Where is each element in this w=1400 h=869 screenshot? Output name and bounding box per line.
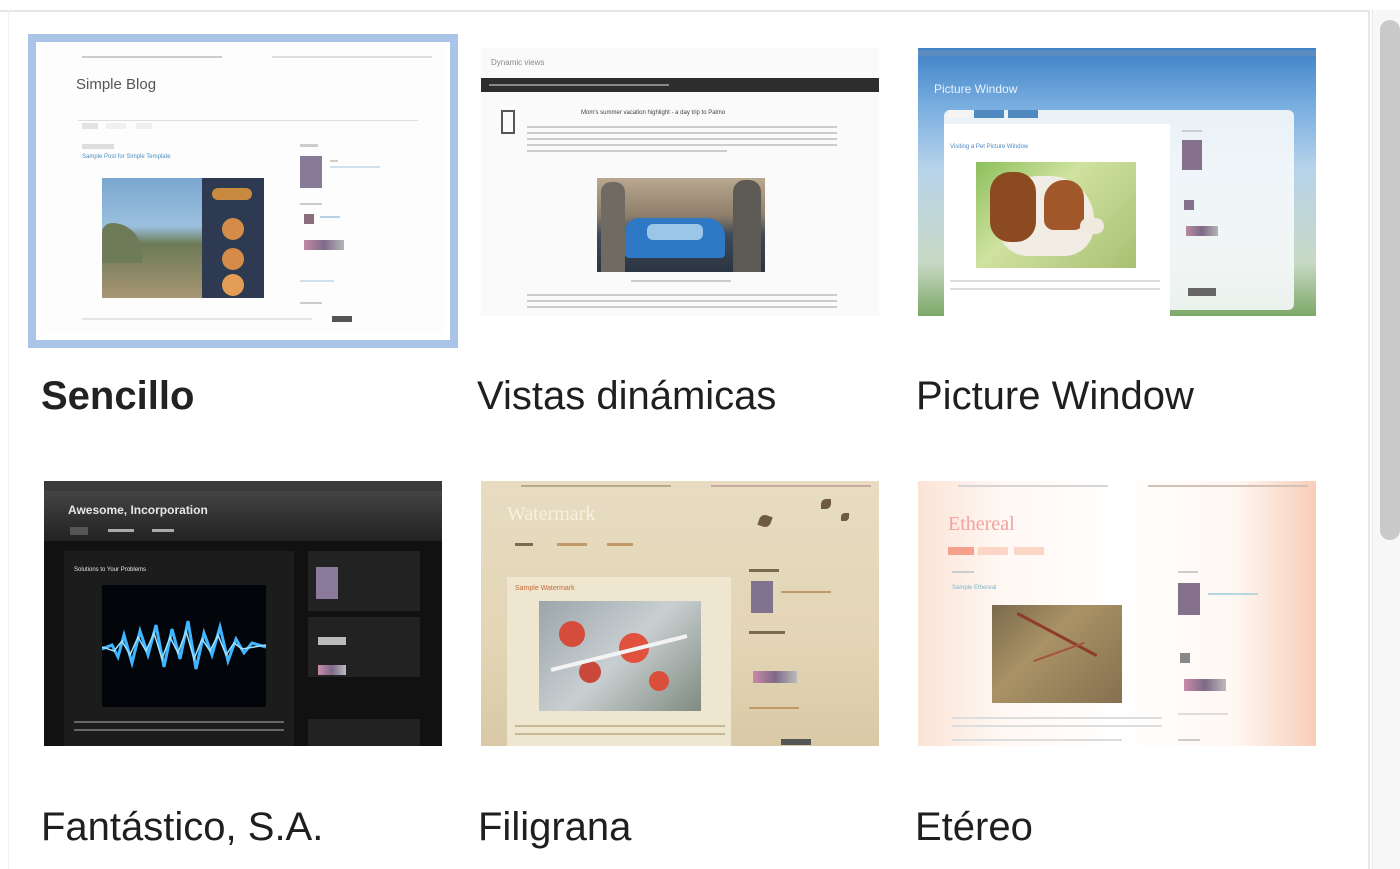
template-label: Sencillo (41, 374, 195, 418)
template-thumbnail: Picture Window Visiting a Pet Picture Wi… (918, 48, 1316, 316)
preview-blog-title: Simple Blog (76, 76, 157, 93)
template-label: Picture Window (916, 374, 1194, 418)
scrollbar-thumb[interactable] (1380, 20, 1400, 540)
template-thumbnail: Ethereal Sample Ethereal (918, 481, 1316, 746)
preview-post-title: Sample Watermark (515, 585, 575, 592)
template-card-picture-window[interactable]: Picture Window Visiting a Pet Picture Wi… (916, 48, 1318, 434)
template-label: Fantástico, S.A. (41, 805, 324, 849)
preview-photo (102, 178, 264, 298)
preview-post-title: Sample Post for Simple Template (82, 154, 171, 160)
template-label: Etéreo (915, 805, 1033, 849)
preview-photo (539, 601, 701, 711)
template-thumbnail: Simple Blog Sample Post for Simple Templ… (42, 48, 445, 334)
template-card-vistas-dinamicas[interactable]: Dynamic views Mom's summer vacation high… (477, 48, 881, 434)
preview-blog-title: Watermark (507, 503, 596, 525)
template-label: Filigrana (478, 805, 632, 849)
preview-photo (976, 162, 1136, 268)
preview-photo (101, 585, 267, 707)
preview-post-title: Sample Ethereal (952, 585, 997, 591)
template-card-filigrana[interactable]: Watermark Sample Watermark Filigrana (478, 481, 881, 869)
preview-post-title: Visiting a Pet Picture Window (950, 144, 1029, 150)
preview-blog-title: Picture Window (934, 82, 1018, 96)
preview-blog-title: Ethereal (948, 513, 1015, 535)
template-thumbnail: Dynamic views Mom's summer vacation high… (481, 48, 879, 316)
divider (8, 10, 9, 869)
preview-post-title: Solutions to Your Problems (74, 567, 147, 573)
template-card-fantastico[interactable]: Awesome, Incorporation Solutions to Your… (41, 481, 444, 869)
preview-post-title: Mom's summer vacation highlight - a day … (581, 110, 726, 116)
preview-blog-title: Dynamic views (491, 58, 545, 67)
template-card-sencillo[interactable]: Simple Blog Sample Post for Simple Templ… (28, 34, 458, 434)
template-thumbnail: Watermark Sample Watermark (481, 481, 879, 746)
template-thumbnail: Awesome, Incorporation Solutions to Your… (44, 481, 442, 746)
preview-photo (992, 605, 1122, 703)
preview-blog-title: Awesome, Incorporation (68, 503, 208, 517)
template-card-etereo[interactable]: Ethereal Sample Ethereal Etéreo (915, 481, 1318, 869)
preview-photo (597, 178, 765, 272)
template-label: Vistas dinámicas (477, 374, 777, 418)
